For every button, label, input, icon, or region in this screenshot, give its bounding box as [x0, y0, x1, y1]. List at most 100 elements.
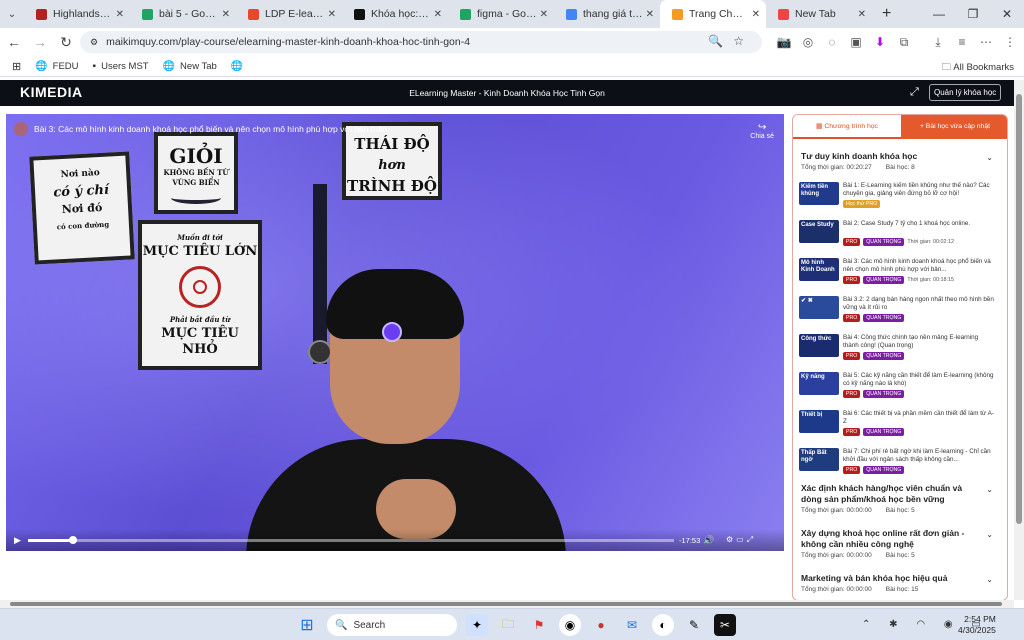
- lesson-thumbnail[interactable]: Mô hình Kinh Doanh: [799, 258, 839, 281]
- tab-close-icon[interactable]: ✕: [646, 9, 654, 20]
- tab-program[interactable]: ▦ Chương trình học: [793, 115, 901, 139]
- manage-course-button[interactable]: Quản lý khóa học: [929, 84, 1002, 101]
- app-icon[interactable]: ●: [590, 614, 612, 636]
- browser-tab[interactable]: Trang Chơi Khóa✕: [660, 0, 766, 28]
- vertical-scrollbar[interactable]: [1014, 80, 1024, 600]
- tab-close-icon[interactable]: ✕: [540, 9, 548, 20]
- extension-icon[interactable]: ◌: [820, 35, 844, 49]
- all-bookmarks[interactable]: 🗀 All Bookmarks: [942, 60, 1014, 76]
- lesson-item[interactable]: Mô hình Kinh Doanh Bài 3: Các mô hình kin…: [799, 258, 1003, 292]
- download-ext-icon[interactable]: ⬇: [868, 35, 892, 49]
- lesson-thumbnail[interactable]: Công thức: [799, 334, 839, 357]
- tab-close-icon[interactable]: ✕: [116, 9, 124, 20]
- tab-close-icon[interactable]: ✕: [434, 9, 442, 20]
- lesson-thumbnail[interactable]: Thấp Bất ngờ: [799, 448, 839, 471]
- horizontal-scrollbar[interactable]: [0, 600, 1014, 608]
- chrome-profile-icon[interactable]: ◐: [652, 614, 674, 636]
- lesson-item[interactable]: Kỹ năng Bài 5: Các kỹ năng cần thiết để l…: [799, 372, 1003, 406]
- lesson-thumbnail[interactable]: ✔ ✖: [799, 296, 839, 319]
- section-meta: Tổng thời gian: 00:00:00 Bài học: 15: [801, 586, 919, 593]
- chrome-icon[interactable]: ◉: [559, 614, 581, 636]
- lesson-item[interactable]: Case Study Bài 2: Case Study 7 tỷ cho 1 k…: [799, 220, 1003, 254]
- lesson-thumbnail[interactable]: Kỹ năng: [799, 372, 839, 395]
- extension-icon[interactable]: ◎: [796, 35, 820, 49]
- browser-tab[interactable]: Highlands Coffee✕: [24, 0, 130, 28]
- volume-icon[interactable]: 🔊: [703, 535, 714, 546]
- file-explorer-icon[interactable]: 🗀: [497, 614, 519, 636]
- reload-icon[interactable]: ↻: [54, 34, 78, 51]
- section-header[interactable]: Xác định khách hàng/học viên chuẩn và dò…: [801, 483, 1001, 514]
- apps-icon[interactable]: ⊞: [12, 60, 21, 73]
- back-icon[interactable]: ←: [2, 34, 26, 50]
- fullscreen-icon[interactable]: ⤢: [910, 86, 919, 99]
- browser-tab[interactable]: LDP E-learning - ✕: [236, 0, 342, 28]
- play-icon[interactable]: ▶: [14, 535, 21, 546]
- browser-tab[interactable]: figma - Google Dr✕: [448, 0, 554, 28]
- section-header[interactable]: Tư duy kinh doanh khóa học Tổng thời gian…: [801, 151, 1001, 171]
- lesson-thumbnail[interactable]: Kiếm tiền khủng: [799, 182, 839, 205]
- lesson-item[interactable]: Kiếm tiền khủng Bài 1: E-Learning kiếm ti…: [799, 182, 1003, 216]
- site-info-icon[interactable]: ⚙: [90, 37, 98, 48]
- scroll-thumb[interactable]: [1016, 94, 1022, 524]
- clock[interactable]: 2:54 PM 4/30/2025: [958, 614, 996, 636]
- share-button[interactable]: ↪ Chia sẻ: [750, 122, 774, 140]
- taskbar-search[interactable]: 🔍 Search: [327, 614, 457, 636]
- downloads-icon[interactable]: ⤓: [926, 35, 950, 50]
- new-tab-plus-icon[interactable]: +: [882, 5, 891, 23]
- tab-close-icon[interactable]: ✕: [858, 9, 866, 20]
- tab-close-icon[interactable]: ✕: [752, 9, 760, 20]
- minimize-icon[interactable]: —: [922, 0, 956, 28]
- chevron-down-icon[interactable]: ⌄: [986, 153, 993, 162]
- chevron-down-icon[interactable]: ⌄: [986, 485, 993, 494]
- section-header[interactable]: Marketing và bán khóa học hiệu quả Tổng t…: [801, 573, 1001, 593]
- capcut-icon[interactable]: ✂: [714, 614, 736, 636]
- lesson-item[interactable]: Thiết bị Bài 6: Các thiết bị và phần mềm …: [799, 410, 1003, 444]
- browser-tab[interactable]: Khóa học: E-Learn✕: [342, 0, 448, 28]
- camera-icon[interactable]: 📷: [772, 35, 796, 49]
- chevron-down-icon[interactable]: ⌄: [986, 575, 993, 584]
- lesson-thumbnail[interactable]: Thiết bị: [799, 410, 839, 433]
- time-remaining: -17:53: [679, 536, 701, 545]
- bookmark-fedu[interactable]: 🌐 FEDU: [35, 61, 78, 72]
- browser-tab[interactable]: New Tab ✕: [766, 0, 872, 28]
- lesson-duration: Thời gian: 00:02:12: [907, 239, 955, 245]
- windows-start-icon[interactable]: ⊞: [296, 614, 318, 636]
- video-player[interactable]: Nơi nào có ý chí Nơi đó có con đường GIỎ…: [6, 114, 784, 551]
- browser-tab[interactable]: bài 5 - Google Drive✕: [130, 0, 236, 28]
- progress-bar[interactable]: [28, 536, 674, 544]
- scroll-thumb[interactable]: [10, 602, 1002, 606]
- progress-knob[interactable]: [69, 536, 78, 544]
- extension-icon[interactable]: ▣: [844, 35, 868, 49]
- app-icon[interactable]: ⚑: [528, 614, 550, 636]
- forward-icon[interactable]: →: [28, 34, 52, 50]
- progress-fill: [28, 539, 74, 542]
- lesson-badges: PRO QUAN TRỌNG: [843, 466, 907, 474]
- menu-icon[interactable]: ⋮: [998, 35, 1022, 49]
- lesson-item[interactable]: Thấp Bất ngờ Bài 7: Chi phí rẻ bất ngờ kh…: [799, 448, 1003, 482]
- maximize-icon[interactable]: ❐: [956, 0, 990, 28]
- browser-tab[interactable]: thang giá trị - Tì✕: [554, 0, 660, 28]
- settings-icons[interactable]: ⚙▭⤢: [726, 535, 756, 545]
- media-icon[interactable]: ≡: [950, 35, 974, 49]
- lesson-thumbnail[interactable]: Case Study: [799, 220, 839, 243]
- address-bar[interactable]: ⚙ maikimquy.com/play-course/elearning-ma…: [80, 31, 762, 53]
- bookmark-users-mst[interactable]: ▪ Users MST: [93, 61, 149, 72]
- close-window-icon[interactable]: ✕: [990, 0, 1024, 28]
- lesson-item[interactable]: ✔ ✖ Bài 3.2: 2 dạng bán hàng ngon nhất th…: [799, 296, 1003, 330]
- channel-avatar[interactable]: [14, 122, 28, 136]
- chevron-down-icon[interactable]: ⌄: [986, 530, 993, 539]
- bookmark-globe[interactable]: 🌐: [231, 61, 248, 72]
- mail-icon[interactable]: ✉: [621, 614, 643, 636]
- tab-recent[interactable]: + Bài học vừa cập nhật: [901, 115, 1007, 139]
- tab-close-icon[interactable]: ✕: [222, 9, 230, 20]
- app-icon[interactable]: ✎: [683, 614, 705, 636]
- tab-search-icon[interactable]: ⌄: [0, 9, 24, 20]
- zoom-star-icons[interactable]: 🔍☆: [708, 34, 754, 48]
- bookmark-new-tab[interactable]: 🌐 New Tab: [163, 61, 217, 72]
- section-header[interactable]: Xây dựng khoá học online rất đơn giản - …: [801, 528, 1001, 559]
- tab-close-icon[interactable]: ✕: [328, 9, 336, 20]
- profile-icon[interactable]: ⋯: [974, 35, 998, 49]
- lesson-item[interactable]: Công thức Bài 4: Công thức chính tạo nền …: [799, 334, 1003, 368]
- copilot-icon[interactable]: ✦: [466, 614, 488, 636]
- puzzle-icon[interactable]: ⧉: [892, 35, 916, 50]
